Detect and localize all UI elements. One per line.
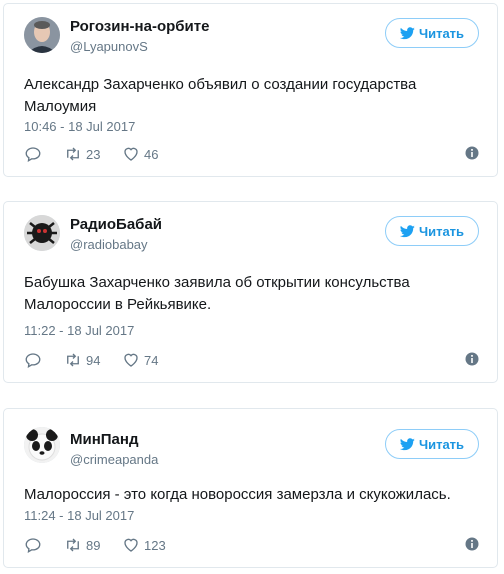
tweet-card: МинПанд @crimeapanda Читать Малороссия -… <box>3 408 498 568</box>
reply-button[interactable] <box>24 350 42 370</box>
tweet-timestamp[interactable]: 10:46 - 18 Jul 2017 <box>24 119 135 134</box>
retweet-count: 23 <box>86 146 101 162</box>
retweet-icon <box>67 538 79 552</box>
info-icon[interactable] <box>465 352 479 366</box>
tweet-text: Малороссия - это когда новороссия замерз… <box>24 486 451 503</box>
retweet-count: 89 <box>86 537 101 553</box>
avatar[interactable] <box>24 17 60 53</box>
like-button[interactable]: 74 <box>122 350 158 370</box>
retweet-icon <box>67 353 79 367</box>
avatar[interactable] <box>24 427 60 463</box>
heart-icon <box>124 538 138 552</box>
like-count: 46 <box>144 146 159 162</box>
tweet-actions: 23 46 <box>24 144 479 164</box>
retweet-button[interactable]: 89 <box>64 535 100 555</box>
reply-icon <box>25 147 41 163</box>
avatar[interactable] <box>24 215 60 251</box>
tweet-timestamp[interactable]: 11:22 - 18 Jul 2017 <box>24 323 134 338</box>
heart-icon <box>124 353 138 367</box>
follow-button[interactable]: Читать <box>385 429 479 459</box>
twitter-bird-icon <box>399 437 415 450</box>
follow-button[interactable]: Читать <box>385 216 479 246</box>
display-name[interactable]: Рогозин-на-орбите <box>70 18 209 36</box>
reply-button[interactable] <box>24 535 42 555</box>
user-handle[interactable]: @LyapunovS <box>70 39 148 55</box>
info-icon[interactable] <box>465 537 479 551</box>
tweet-timestamp[interactable]: 11:24 - 18 Jul 2017 <box>24 508 134 523</box>
reply-icon <box>25 538 41 554</box>
reply-button[interactable] <box>24 144 42 164</box>
twitter-bird-icon <box>399 26 415 39</box>
retweet-button[interactable]: 23 <box>64 144 100 164</box>
reply-icon <box>25 353 41 369</box>
retweet-icon <box>67 147 79 161</box>
tweet-actions: 94 74 <box>24 350 479 370</box>
follow-button[interactable]: Читать <box>385 18 479 48</box>
tweet-card: РадиоБабай @radiobabay Читать Бабушка За… <box>3 201 498 383</box>
twitter-bird-icon <box>399 224 415 237</box>
tweet-card: Рогозин-на-орбите @LyapunovS Читать Алек… <box>3 3 498 177</box>
display-name[interactable]: МинПанд <box>70 431 138 449</box>
heart-icon <box>124 147 138 161</box>
user-handle[interactable]: @crimeapanda <box>70 452 158 468</box>
like-count: 74 <box>144 352 159 368</box>
follow-label: Читать <box>418 436 465 452</box>
follow-label: Читать <box>418 223 465 239</box>
display-name[interactable]: РадиоБабай <box>70 216 162 234</box>
retweet-count: 94 <box>86 352 101 368</box>
follow-label: Читать <box>418 25 465 41</box>
tweet-text: Александр Захарченко объявил о создании … <box>24 76 417 115</box>
tweet-text: Бабушка Захарченко заявила об открытии к… <box>24 274 410 313</box>
like-count: 123 <box>144 537 166 553</box>
like-button[interactable]: 123 <box>122 535 166 555</box>
info-icon[interactable] <box>465 146 479 160</box>
tweet-actions: 89 123 <box>24 535 479 555</box>
retweet-button[interactable]: 94 <box>64 350 100 370</box>
user-handle[interactable]: @radiobabay <box>70 237 148 253</box>
like-button[interactable]: 46 <box>122 144 158 164</box>
